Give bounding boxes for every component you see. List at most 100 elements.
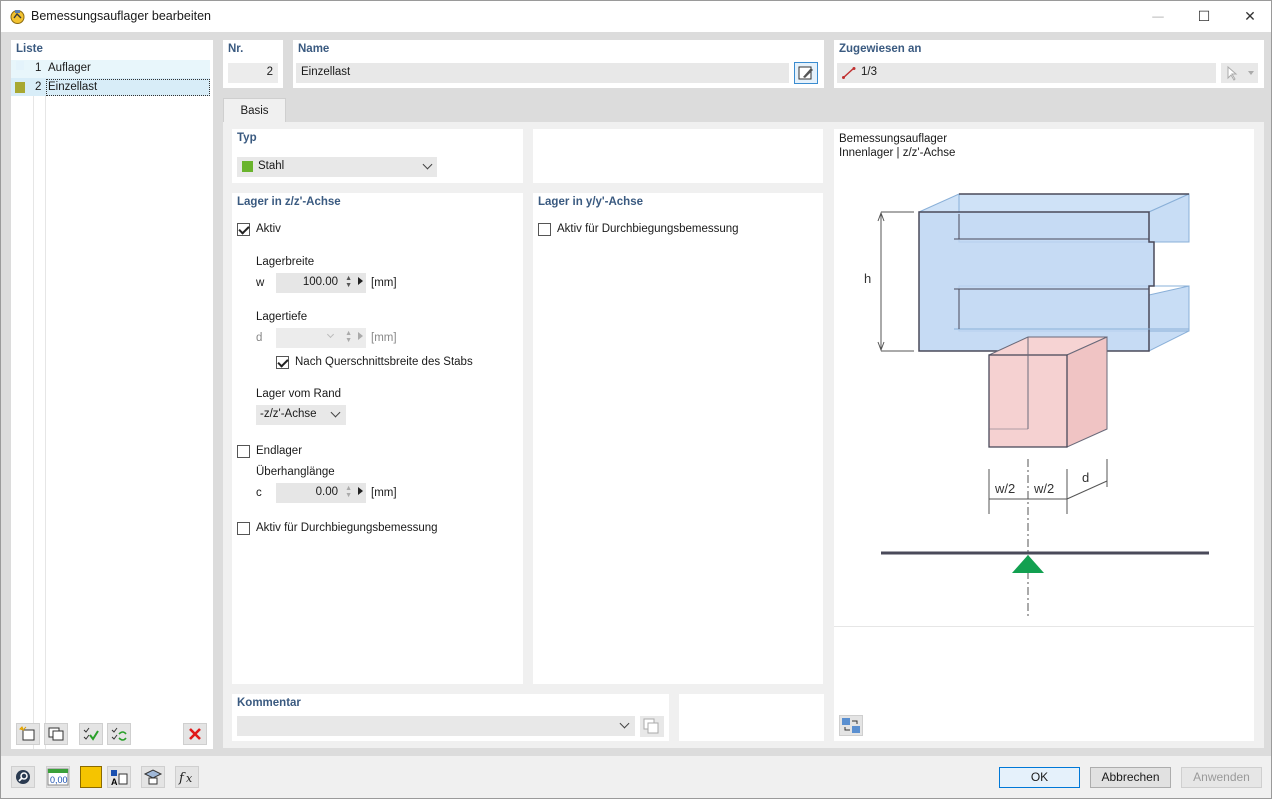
typ-group: Typ Stahl [232, 129, 523, 183]
tab-basis[interactable]: Basis [223, 98, 286, 123]
w-symbol: w [256, 277, 265, 289]
nach-querschnitt-checkbox[interactable] [276, 356, 289, 369]
kommentar-copy-button[interactable] [640, 716, 664, 737]
assigned-group: Zugewiesen an 1/3 [834, 40, 1264, 88]
cursor-pick-icon [1227, 65, 1238, 81]
assigned-field[interactable]: 1/3 [837, 63, 1216, 83]
list-item-color [15, 82, 25, 93]
window-title: Bemessungsauflager bearbeiten [31, 9, 211, 23]
delete-item-button[interactable] [183, 723, 207, 745]
cancel-button[interactable]: Abbrechen [1090, 767, 1171, 788]
dialog-client: Liste 1 Auflager 2 Einzellast Nr. 2 Name… [1, 32, 1271, 798]
empty-panel [533, 129, 823, 183]
close-button[interactable]: ✕ [1227, 1, 1272, 32]
close-icon: ✕ [1244, 8, 1256, 24]
c-value: 0.00 [315, 486, 338, 498]
copy-icon [643, 718, 659, 734]
zz-durchbiegung-checkbox[interactable] [237, 522, 250, 535]
units-button[interactable]: 0,00 [46, 766, 70, 788]
copy-icon [48, 727, 64, 741]
app-icon [10, 10, 25, 24]
check-all-icon [83, 727, 99, 741]
view-button[interactable] [141, 766, 165, 788]
zz-group: Lager in z/z'-Achse Aktiv Lagerbreite w … [232, 193, 523, 684]
minimize-icon: — [1152, 10, 1164, 23]
chevron-down-icon [326, 330, 335, 339]
new-item-button[interactable] [16, 723, 40, 745]
endlager-checkbox[interactable] [237, 445, 250, 458]
aktiv-checkbox[interactable] [237, 223, 250, 236]
w-input[interactable]: 100.00 ▲ ▼ [276, 273, 366, 293]
copy-item-button[interactable] [44, 723, 68, 745]
name-group: Name Einzellast [293, 40, 824, 88]
swap-view-button[interactable] [839, 715, 863, 736]
list-panel: Liste 1 Auflager 2 Einzellast [11, 40, 213, 749]
typ-select[interactable]: Stahl [237, 157, 437, 177]
yy-durchbiegung-label: Aktiv für Durchbiegungsbemessung [557, 223, 739, 235]
edit-name-button[interactable] [794, 62, 818, 84]
spin-updown-icon: ▲ ▼ [345, 275, 352, 289]
search-button[interactable] [11, 766, 35, 788]
maximize-icon: ☐ [1197, 8, 1211, 24]
list-item-name: Einzellast [48, 81, 98, 93]
svg-text:0,00: 0,00 [50, 775, 68, 785]
kommentar-label: Kommentar [237, 697, 301, 709]
spin-right-icon [358, 487, 363, 495]
check-all-button[interactable] [79, 723, 103, 745]
typ-label: Typ [237, 132, 257, 144]
spin-right-icon [358, 332, 363, 340]
svg-text:w/2: w/2 [1033, 481, 1054, 496]
nr-label: Nr. [228, 43, 244, 55]
empty-panel-2 [679, 694, 824, 741]
nr-field: 2 [228, 63, 278, 83]
new-item-icon [19, 726, 35, 741]
lager-vom-rand-label: Lager vom Rand [256, 388, 342, 400]
d-symbol: d [256, 332, 263, 344]
chevron-down-icon [330, 407, 341, 418]
svg-text:f: f [178, 771, 186, 786]
lagerbreite-label: Lagerbreite [256, 256, 315, 268]
c-unit: [mm] [371, 487, 397, 499]
chevron-down-icon [619, 718, 630, 729]
list-item-name: Auflager [48, 62, 91, 74]
nr-group: Nr. 2 [223, 40, 283, 88]
c-input[interactable]: 0.00 ▲ ▼ [276, 483, 366, 503]
lagertiefe-label: Lagertiefe [256, 311, 308, 323]
minimize-button[interactable]: — [1135, 1, 1181, 32]
ueberhanglaenge-label: Überhanglänge [256, 466, 335, 478]
search-icon [16, 770, 30, 784]
display-button[interactable]: A [107, 766, 131, 788]
list-item[interactable]: 1 Auflager [11, 60, 210, 78]
member-icon [842, 67, 856, 79]
chevron-down-icon [422, 159, 433, 170]
name-value: Einzellast [301, 66, 351, 78]
pick-button[interactable] [1221, 63, 1258, 83]
d-input[interactable]: ▲ ▼ [276, 328, 366, 348]
tab-basis-label: Basis [240, 105, 269, 117]
spin-updown-icon: ▲ ▼ [345, 330, 352, 344]
kommentar-input[interactable] [237, 716, 635, 736]
name-input[interactable]: Einzellast [296, 63, 789, 83]
ok-button[interactable]: OK [999, 767, 1080, 788]
uncheck-all-button[interactable] [107, 723, 131, 745]
list-item-selected[interactable]: 2 Einzellast [11, 78, 210, 96]
nr-value: 2 [266, 66, 273, 78]
svg-text:x: x [186, 772, 193, 785]
maximize-button[interactable]: ☐ [1181, 1, 1227, 32]
yy-durchbiegung-checkbox[interactable] [538, 223, 551, 236]
apply-button[interactable]: Anwenden [1181, 767, 1262, 788]
list-item-number: 1 [35, 62, 42, 74]
color-button[interactable] [80, 766, 102, 788]
zz-label: Lager in z/z'-Achse [237, 196, 341, 208]
spin-right-icon [358, 277, 363, 285]
formula-button[interactable]: fx [175, 766, 199, 788]
lager-vom-rand-select[interactable]: -z/z'-Achse [256, 405, 346, 425]
zz-durchbiegung-label: Aktiv für Durchbiegungsbemessung [256, 522, 438, 534]
view-icon [143, 769, 163, 785]
assigned-label: Zugewiesen an [839, 43, 922, 55]
yy-label: Lager in y/y'-Achse [538, 196, 643, 208]
aktiv-label: Aktiv [256, 223, 281, 235]
typ-value: Stahl [258, 160, 285, 172]
typ-color-swatch [242, 161, 253, 172]
toggle-check-icon [111, 727, 127, 741]
